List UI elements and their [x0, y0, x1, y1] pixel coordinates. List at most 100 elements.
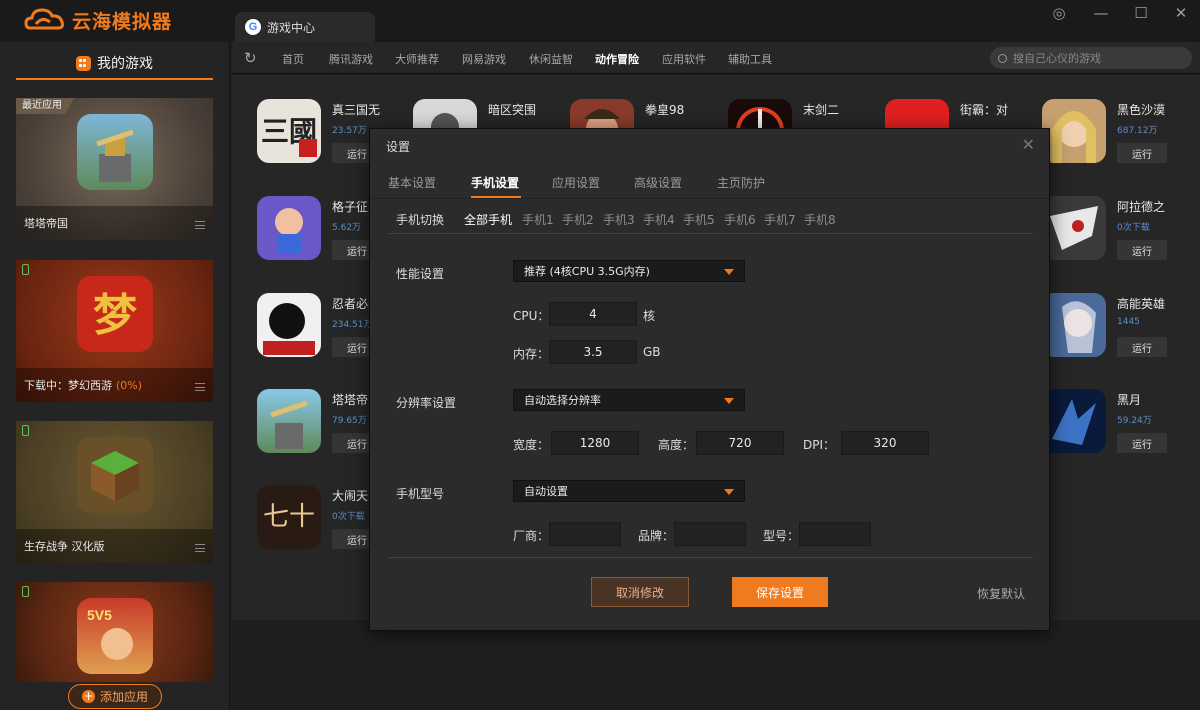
tower-empire-app-icon — [77, 114, 153, 190]
havoc-heaven-icon: 七十 — [257, 485, 321, 549]
dpi-input[interactable]: 320 — [841, 431, 929, 455]
dynasty-warriors-icon: 三國 — [257, 99, 321, 163]
phone-1[interactable]: 手机1 — [522, 211, 554, 228]
model-label: 型号： — [763, 529, 800, 543]
card-label: 塔塔帝国 — [24, 217, 68, 230]
phone-model-value: 自动设置 — [524, 485, 568, 498]
tab-title: 游戏中心 — [267, 20, 316, 35]
tab-app[interactable]: 应用设置 — [552, 174, 600, 191]
search-input[interactable]: 搜自己心仪的游戏 — [990, 47, 1192, 69]
card-menu-icon[interactable] — [195, 383, 205, 391]
brand-input[interactable] — [674, 522, 746, 546]
tab-basic[interactable]: 基本设置 — [388, 174, 436, 191]
maximize-icon[interactable]: ☐ — [1126, 4, 1156, 22]
tab-phone[interactable]: 手机设置 — [471, 174, 519, 191]
sidebar-card-fantasy-westward[interactable]: 梦 下载中：梦幻西游 (0%) — [16, 260, 213, 402]
tab-advanced[interactable]: 高级设置 — [634, 174, 682, 191]
dialog-close-icon[interactable]: ✕ — [1022, 135, 1035, 154]
width-input[interactable]: 1280 — [551, 431, 639, 455]
chevron-down-icon — [724, 269, 734, 275]
card-label: 生存战争 汉化版 — [24, 540, 105, 553]
game-item[interactable]: 高能英雄 1445 运行 — [1042, 293, 1192, 363]
settings-icon[interactable]: ◎ — [1044, 4, 1074, 22]
phone-6[interactable]: 手机6 — [724, 211, 756, 228]
height-input[interactable]: 720 — [696, 431, 784, 455]
game-count: 79.65万 — [332, 416, 367, 426]
nav-tools[interactable]: 辅助工具 — [728, 51, 772, 67]
card-label: 下载中：梦幻西游 — [24, 379, 112, 392]
performance-label: 性能设置 — [396, 267, 445, 281]
phone-all[interactable]: 全部手机 — [464, 211, 512, 228]
restore-defaults-link[interactable]: 恢复默认 — [977, 585, 1025, 602]
nav-tencent[interactable]: 腾讯游戏 — [329, 51, 373, 67]
recent-apps-tag: 最近应用 — [16, 98, 74, 114]
my-games-header[interactable]: 我的游戏 — [16, 48, 213, 80]
cpu-input[interactable]: 4 — [549, 302, 637, 326]
tab-game-center[interactable]: G 游戏中心 — [235, 12, 375, 42]
sidebar-card-tower-empire[interactable]: 最近应用 塔塔帝国 — [16, 98, 213, 240]
card-menu-icon[interactable] — [195, 544, 205, 552]
settings-dialog: 设置 ✕ 基本设置 手机设置 应用设置 高级设置 主页防护 手机切换 全部手机 … — [369, 128, 1050, 631]
memory-input[interactable]: 3.5 — [549, 340, 637, 364]
nav-apps[interactable]: 应用软件 — [662, 51, 706, 67]
model-input[interactable] — [799, 522, 871, 546]
honor-of-kings-app-icon: 5V5 — [77, 598, 153, 674]
refresh-icon[interactable]: ↻ — [244, 49, 257, 67]
svg-text:七十: 七十 — [263, 502, 315, 532]
run-button[interactable]: 运行 — [1117, 337, 1167, 357]
phone-8[interactable]: 手机8 — [804, 211, 836, 228]
close-icon[interactable]: ✕ — [1166, 4, 1196, 22]
brand-label: 品牌： — [638, 529, 675, 543]
nav-action-adventure[interactable]: 动作冒险 — [595, 51, 639, 67]
game-name: 阿拉德之 — [1117, 200, 1166, 214]
sidebar-card-honor-of-kings[interactable]: 5V5 — [16, 582, 213, 682]
nav-recommended[interactable]: 大师推荐 — [395, 51, 439, 67]
dpi-label: DPI： — [803, 438, 836, 452]
cloud-logo-icon — [24, 8, 64, 30]
phone-4[interactable]: 手机4 — [643, 211, 675, 228]
performance-select[interactable]: 推荐 (4核CPU 3.5G内存) — [513, 260, 745, 282]
dark-moon-icon — [1042, 389, 1106, 453]
cpu-value: 4 — [589, 307, 597, 321]
phone-2[interactable]: 手机2 — [562, 211, 594, 228]
run-button[interactable]: 运行 — [1117, 240, 1167, 260]
phone-icon — [22, 264, 29, 275]
phone-5[interactable]: 手机5 — [683, 211, 715, 228]
grid-icon — [76, 55, 91, 71]
game-item[interactable]: 阿拉德之 0次下载 运行 — [1042, 196, 1192, 266]
game-name: 黑月 — [1117, 393, 1142, 407]
vendor-label: 厂商： — [513, 529, 550, 543]
phone-3[interactable]: 手机3 — [603, 211, 635, 228]
run-button[interactable]: 运行 — [1117, 143, 1167, 163]
nav-netease[interactable]: 网易游戏 — [462, 51, 506, 67]
vendor-input[interactable] — [549, 522, 621, 546]
cancel-button[interactable]: 取消修改 — [591, 577, 689, 607]
performance-value: 推荐 (4核CPU 3.5G内存) — [524, 265, 650, 278]
search-placeholder: 搜自己心仪的游戏 — [1013, 52, 1101, 65]
nav-home[interactable]: 首页 — [282, 51, 304, 67]
game-count: 5.62万 — [332, 223, 362, 233]
game-count: 0次下载 — [1117, 223, 1150, 233]
nav-casual[interactable]: 休闲益智 — [529, 51, 573, 67]
high-energy-hero-icon — [1042, 293, 1106, 357]
svg-text:梦: 梦 — [93, 290, 137, 341]
resolution-select[interactable]: 自动选择分辨率 — [513, 389, 745, 411]
memory-label: 内存： — [513, 347, 550, 361]
cpu-unit: 核 — [643, 309, 656, 323]
svg-text:5V5: 5V5 — [87, 607, 112, 623]
save-button[interactable]: 保存设置 — [732, 577, 828, 607]
memory-unit: GB — [643, 345, 661, 359]
card-menu-icon[interactable] — [195, 221, 205, 229]
add-app-button[interactable]: + 添加应用 — [68, 684, 162, 709]
phone-7[interactable]: 手机7 — [764, 211, 796, 228]
minimize-icon[interactable]: — — [1086, 4, 1116, 22]
run-button[interactable]: 运行 — [1117, 433, 1167, 453]
phone-model-label: 手机型号 — [396, 487, 445, 501]
phone-model-select[interactable]: 自动设置 — [513, 480, 745, 502]
resolution-label: 分辨率设置 — [396, 396, 457, 410]
game-item[interactable]: 黑色沙漠 687.12万 运行 — [1042, 99, 1192, 169]
tab-homepage-protect[interactable]: 主页防护 — [717, 174, 765, 191]
google-icon: G — [245, 19, 261, 35]
sidebar-card-survivalcraft[interactable]: 生存战争 汉化版 — [16, 421, 213, 563]
game-item[interactable]: 黑月 59.24万 运行 — [1042, 389, 1192, 459]
